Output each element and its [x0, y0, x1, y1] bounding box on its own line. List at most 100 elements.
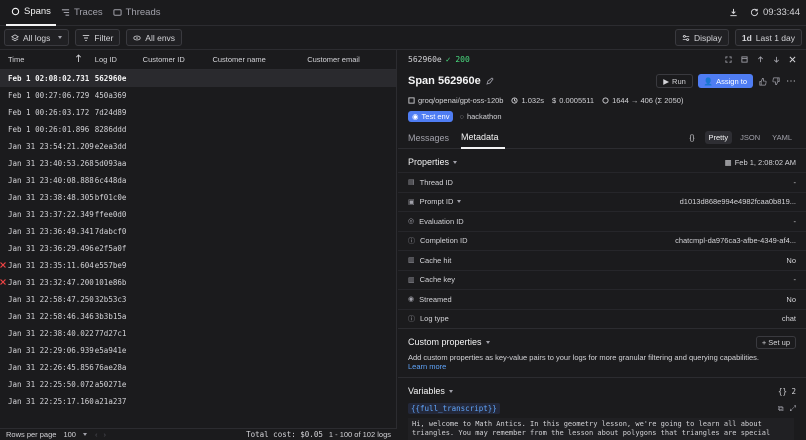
next-page-icon[interactable]: › — [103, 430, 106, 439]
cell-time: Feb 1 00:27:06.729 — [8, 91, 90, 100]
learn-more-link[interactable]: Learn more — [408, 362, 796, 371]
table-row[interactable]: Feb 1 00:26:01.896 8286ddd — [0, 121, 396, 138]
table-row[interactable]: Jan 31 23:36:49.341 7dabcf0 — [0, 223, 396, 240]
table-row[interactable]: Jan 31 22:58:46.346 3b3b15a — [0, 308, 396, 325]
table-row[interactable]: Jan 31 22:26:45.856 76ae28a — [0, 359, 396, 376]
tab-spans[interactable]: Spans — [6, 0, 56, 26]
arrow-down-icon[interactable] — [773, 56, 780, 63]
table-row[interactable]: Jan 31 22:25:50.072 a50271e — [0, 376, 396, 393]
table-row[interactable]: Jan 31 23:32:47.200 101e86b — [0, 274, 396, 291]
property-value: chat — [781, 314, 796, 324]
tokens-chip: 1644 → 406 (Σ 2050) — [602, 96, 683, 105]
tab-metadata[interactable]: Metadata — [461, 127, 505, 149]
span-detail-panel: 562960e ✓ 200 Span 562960e ▶ Run 👤 Assig… — [398, 50, 806, 440]
table-row[interactable]: Jan 31 22:29:06.939 e5a941e — [0, 342, 396, 359]
table-row[interactable]: Feb 1 02:08:02.731 562960e — [0, 70, 396, 87]
table-row[interactable]: Jan 31 22:25:17.160 a21a237 — [0, 393, 396, 410]
cell-time: Jan 31 22:25:50.072 — [8, 380, 94, 389]
property-row: ▣ Prompt ID d1013d868e994e4982fcaa0b819... — [398, 191, 806, 212]
collapse-icon[interactable] — [741, 56, 748, 63]
table-row[interactable]: Jan 31 23:35:11.604 e557be9 — [0, 257, 396, 274]
thumbs-down-icon[interactable] — [772, 77, 781, 86]
tag-chip[interactable]: ◌ hackathon — [459, 112, 501, 121]
copy-icon[interactable]: ⧉ — [778, 404, 784, 414]
cell-log-id: e2ea3dd — [94, 142, 127, 151]
chevron-down-icon[interactable] — [448, 389, 453, 393]
format-json[interactable]: JSON — [736, 131, 764, 144]
more-icon[interactable]: ⋯ — [786, 76, 796, 87]
table-row[interactable]: Jan 31 22:58:47.250 32b53c3 — [0, 291, 396, 308]
thumbs-up-icon[interactable] — [758, 77, 767, 86]
detail-tabs: Messages Metadata {} Pretty JSON YAML — [398, 127, 806, 149]
cell-log-id: e2f5a0f — [94, 244, 127, 253]
download-icon[interactable] — [729, 8, 738, 17]
total-cost: Total cost: $0.05 — [246, 430, 323, 439]
filter-button[interactable]: Filter — [75, 29, 121, 46]
format-switch: {} Pretty JSON YAML — [690, 131, 797, 144]
table-row[interactable]: Feb 1 00:26:03.172 7d24d89 — [0, 104, 396, 121]
traces-icon — [61, 9, 70, 16]
property-value: No — [786, 255, 796, 265]
table-row[interactable]: Feb 1 00:27:06.729 450a369 — [0, 87, 396, 104]
expand-icon[interactable] — [725, 56, 732, 63]
env-tag[interactable]: ◉ Test env — [408, 110, 454, 122]
variables-count: {} 2 — [777, 386, 796, 396]
tab-messages[interactable]: Messages — [408, 127, 455, 149]
table-header: Time Log ID Customer ID Customer name Cu… — [0, 50, 396, 70]
property-label: Prompt ID — [419, 197, 454, 207]
all-logs-dropdown[interactable]: All logs — [4, 29, 70, 46]
format-yaml[interactable]: YAML — [768, 131, 796, 144]
property-row: ⓘ Completion ID chatcmpl-da976ca3-afbe-434… — [398, 230, 806, 251]
chevron-down-icon[interactable] — [485, 340, 490, 344]
time-range-badge: 1d — [741, 32, 752, 43]
column-header-customer-id[interactable]: Customer ID — [143, 55, 213, 64]
cell-log-id: a21a237 — [94, 397, 127, 406]
set-up-button[interactable]: + Set up — [755, 335, 796, 349]
refresh-clock[interactable]: 09:33:44 — [750, 7, 800, 18]
chat-icon: ◌ — [459, 111, 464, 121]
property-label: Streamed — [419, 294, 452, 304]
sort-up-icon[interactable] — [75, 54, 82, 63]
property-row: ◎ Evaluation ID - — [398, 211, 806, 231]
app-window: Spans Traces Threads 09:33:44 All logs F… — [0, 0, 806, 440]
cell-log-id: 8286ddd — [94, 125, 127, 134]
table-row[interactable]: Jan 31 23:37:22.349 ffee0d0 — [0, 206, 396, 223]
table-row[interactable]: Jan 31 23:40:53.268 5d093aa — [0, 155, 396, 172]
property-value[interactable]: d1013d868e994e4982fcaa0b819... — [680, 197, 796, 206]
prev-page-icon[interactable]: ‹ — [95, 430, 98, 439]
all-envs-button[interactable]: All envs — [126, 29, 183, 46]
table-row[interactable]: Jan 31 23:38:48.305 bf01c0e — [0, 189, 396, 206]
table-row[interactable]: Jan 31 22:38:40.022 77d27c1 — [0, 325, 396, 342]
column-header-time[interactable]: Time — [0, 54, 95, 64]
property-value[interactable]: chatcmpl-da976ca3-afbe-4349-af4... — [675, 236, 796, 245]
cache-icon: ▥ — [408, 276, 415, 284]
edit-icon[interactable] — [486, 77, 494, 85]
column-header-customer-name[interactable]: Customer name — [212, 55, 307, 64]
clock-icon — [511, 96, 519, 104]
property-label: Thread ID — [419, 177, 453, 187]
expand-icon[interactable]: ⤢ — [790, 404, 796, 414]
cell-log-id: a50271e — [94, 380, 127, 389]
column-header-customer-email[interactable]: Customer email — [307, 55, 396, 64]
tab-threads[interactable]: Threads — [108, 0, 166, 26]
detail-header: 562960e ✓ 200 — [398, 50, 806, 69]
chevron-down-icon[interactable] — [457, 200, 462, 204]
cell-time: Jan 31 22:29:06.939 — [8, 346, 94, 355]
cell-time: Jan 31 23:36:49.341 — [8, 227, 94, 236]
close-icon[interactable] — [789, 56, 796, 63]
column-header-log-id[interactable]: Log ID — [95, 55, 143, 64]
variable-value: Hi, welcome to Math Antics. In this geom… — [408, 418, 794, 440]
table-row[interactable]: Jan 31 23:36:29.496 e2f5a0f — [0, 240, 396, 257]
arrow-up-icon[interactable] — [757, 56, 764, 63]
properties-list: ▤ Thread ID - ▣ Prompt ID d1013d868e994e4982f… — [398, 172, 806, 328]
table-row[interactable]: Jan 31 23:54:21.209 e2ea3dd — [0, 138, 396, 155]
table-row[interactable]: Jan 31 23:40:08.888 6c448da — [0, 172, 396, 189]
time-range-button[interactable]: 1d Last 1 day — [734, 29, 802, 46]
properties-header[interactable]: Properties ▦ Feb 1, 2:08:02 AM — [398, 152, 806, 172]
rows-per-page-select[interactable]: 100 — [63, 430, 76, 439]
display-button[interactable]: Display — [674, 29, 729, 46]
format-pretty[interactable]: Pretty — [704, 131, 733, 144]
run-button[interactable]: ▶ Run — [656, 74, 693, 88]
tab-traces[interactable]: Traces — [56, 0, 108, 26]
assign-button[interactable]: 👤 Assign to — [697, 74, 753, 88]
